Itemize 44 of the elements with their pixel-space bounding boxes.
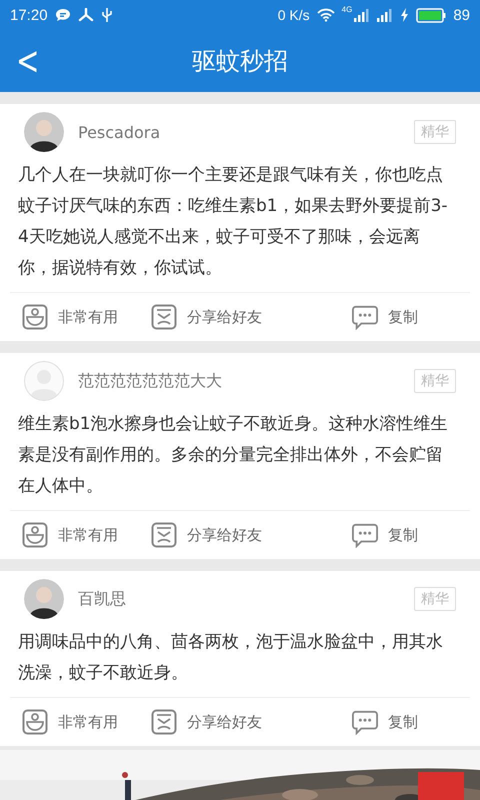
comment-icon — [352, 304, 378, 330]
back-button[interactable]: < — [8, 34, 48, 86]
frown-icon — [151, 522, 177, 548]
avatar — [24, 112, 64, 152]
username: 百凯思 — [78, 588, 127, 610]
username: Pescadora — [78, 122, 162, 142]
signal-icon — [377, 8, 394, 22]
smile-icon — [22, 709, 48, 735]
comment-icon — [352, 522, 378, 548]
network-speed: 0 K/s — [278, 7, 310, 23]
comment-icon — [352, 709, 378, 735]
signal-icon — [354, 8, 370, 22]
avatar — [24, 361, 64, 401]
post-text: 维生素b1泡水擦身也会让蚊子不敢近身。这种水溶性维生素是没有副作用的。多余的分量完全排出体外，不会贮留在人体中。 — [17, 413, 449, 498]
featured-badge: 精华 — [414, 587, 456, 611]
battery-icon — [416, 8, 446, 22]
network-type: 4G — [342, 5, 352, 14]
useful-button[interactable]: 非常有用 — [10, 522, 118, 548]
wifi-icon — [316, 8, 335, 22]
useful-button[interactable]: 非常有用 — [10, 709, 118, 735]
share-button[interactable]: 分享给好友 — [137, 522, 262, 548]
post-text: 几个人在一块就叮你一个主要还是跟气味有关，你也吃点蚊子讨厌气味的东西：吃维生素b1，如果去野外要提前3-4天吃她说人感觉不出来，蚊子可受不了那味，会远离你，据说特有效，你试试。 — [17, 164, 449, 280]
frown-icon — [151, 709, 177, 735]
featured-badge: 精华 — [414, 369, 456, 393]
frown-icon — [151, 304, 177, 330]
useful-button[interactable]: 非常有用 — [10, 304, 118, 330]
featured-badge: 精华 — [414, 120, 456, 144]
share-button[interactable]: 分享给好友 — [137, 709, 262, 735]
share-button[interactable]: 分享给好友 — [137, 304, 262, 330]
username: 范范范范范范范大大 — [78, 370, 223, 392]
copy-button[interactable]: 复制 — [337, 522, 418, 548]
copy-button[interactable]: 复制 — [337, 709, 418, 735]
page-title: 驱蚊秒招 — [192, 46, 288, 77]
post-text: 用调味品中的八角、茴各两枚，泡于温水脸盆中，用其水洗澡，蚊子不敢近身。 — [17, 631, 444, 685]
network-icon — [78, 8, 94, 22]
avatar — [24, 579, 64, 619]
copy-button[interactable]: 复制 — [337, 304, 418, 330]
usb-icon — [100, 7, 113, 23]
smile-icon — [22, 522, 48, 548]
status-time: 17:20 — [10, 6, 48, 24]
chat-icon — [54, 8, 71, 22]
smile-icon — [22, 304, 48, 330]
charging-icon — [400, 8, 410, 22]
battery-percent: 89 — [453, 6, 470, 24]
